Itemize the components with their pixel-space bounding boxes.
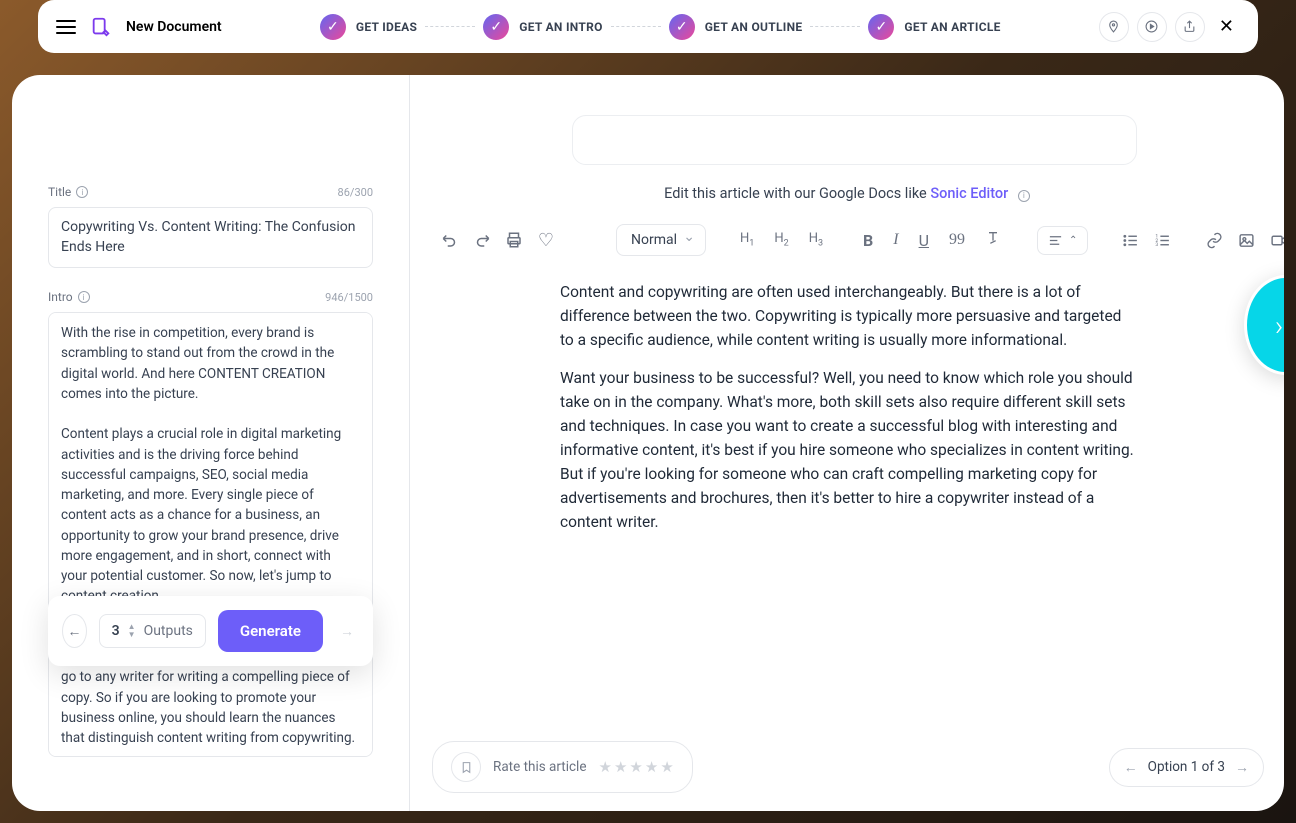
step-label: GET AN OUTLINE: [705, 20, 803, 34]
video-icon[interactable]: [1268, 230, 1284, 250]
editor-body[interactable]: Content and copywriting are often used i…: [410, 270, 1284, 811]
top-actions: ✕: [1099, 12, 1240, 42]
underline-button[interactable]: U: [915, 229, 933, 252]
star-icon[interactable]: ★: [599, 758, 612, 776]
step-divider: [810, 26, 860, 27]
document-icon: [90, 16, 112, 38]
generate-button[interactable]: Generate: [218, 610, 323, 652]
step-label: GET AN INTRO: [519, 20, 602, 34]
info-icon[interactable]: i: [1018, 190, 1030, 202]
step-get-outline[interactable]: ✓ GET AN OUTLINE: [669, 14, 803, 40]
star-rating[interactable]: ★ ★ ★ ★ ★: [599, 758, 674, 776]
editor-hint: Edit this article with our Google Docs l…: [410, 75, 1284, 216]
step-label: GET IDEAS: [356, 20, 417, 34]
stepper-icon[interactable]: ▲▼: [128, 623, 136, 639]
outputs-label: Outputs: [144, 623, 193, 639]
generate-bar: ← 3 ▲▼ Outputs Generate →: [48, 596, 373, 666]
workflow-steps: ✓ GET IDEAS ✓ GET AN INTRO ✓ GET AN OUTL…: [236, 14, 1085, 40]
intro-textarea[interactable]: [48, 312, 373, 757]
link-icon[interactable]: [1204, 230, 1224, 250]
redo-icon[interactable]: [472, 230, 492, 250]
step-get-ideas[interactable]: ✓ GET IDEAS: [320, 14, 417, 40]
h1-button[interactable]: H1: [736, 229, 758, 251]
bookmark-icon[interactable]: [451, 752, 481, 782]
play-icon[interactable]: [1137, 12, 1167, 42]
clear-format-button[interactable]: [981, 228, 1005, 252]
menu-icon[interactable]: [56, 20, 76, 34]
info-icon[interactable]: i: [76, 186, 88, 198]
rate-label: Rate this article: [493, 759, 587, 775]
share-icon[interactable]: [1175, 12, 1205, 42]
h2-button[interactable]: H2: [770, 229, 792, 251]
step-divider: [425, 26, 475, 27]
check-icon: ✓: [669, 14, 695, 40]
outputs-stepper[interactable]: 3 ▲▼ Outputs: [99, 614, 206, 648]
bottom-bar: Rate this article ★ ★ ★ ★ ★ ← Option 1 o…: [432, 741, 1264, 793]
sonic-editor-link[interactable]: Sonic Editor: [930, 185, 1008, 202]
title-input[interactable]: [48, 207, 373, 268]
step-get-intro[interactable]: ✓ GET AN INTRO: [483, 14, 602, 40]
undo-icon[interactable]: [440, 230, 460, 250]
main-content: Title i 86/300 Intro i 946/1500 ← 3 ▲▼ O…: [12, 75, 1284, 811]
image-icon[interactable]: [1236, 230, 1256, 250]
star-icon[interactable]: ★: [629, 758, 642, 776]
title-counter: 86/300: [338, 186, 373, 199]
star-icon[interactable]: ★: [645, 758, 658, 776]
align-button[interactable]: ⌃: [1037, 226, 1088, 255]
intro-field-header: Intro i 946/1500: [48, 290, 373, 304]
editor-toolbar: ♡ Normal H1 H2 H3 B I U 99 ⌃: [410, 216, 1284, 270]
style-select[interactable]: Normal: [616, 224, 706, 256]
print-icon[interactable]: [504, 230, 524, 250]
document-title: New Document: [126, 19, 222, 35]
intro-label: Intro i: [48, 290, 90, 304]
bullet-list-icon[interactable]: [1120, 230, 1140, 250]
article-paragraph: Content and copywriting are often used i…: [560, 280, 1134, 352]
article-paragraph: Want your business to be successful? Wel…: [560, 366, 1134, 534]
info-icon[interactable]: i: [78, 291, 90, 303]
star-icon[interactable]: ★: [660, 758, 673, 776]
left-panel: Title i 86/300 Intro i 946/1500 ← 3 ▲▼ O…: [12, 75, 410, 811]
italic-button[interactable]: I: [889, 229, 902, 251]
close-icon[interactable]: ✕: [1213, 16, 1240, 37]
h3-button[interactable]: H3: [805, 229, 827, 251]
check-icon: ✓: [868, 14, 894, 40]
bold-button[interactable]: B: [859, 229, 877, 252]
check-icon: ✓: [483, 14, 509, 40]
title-label: Title i: [48, 185, 88, 199]
quote-button[interactable]: 99: [945, 229, 969, 251]
prev-option-button[interactable]: ←: [1124, 759, 1138, 776]
heart-icon[interactable]: ♡: [536, 230, 556, 250]
option-label: Option 1 of 3: [1148, 759, 1225, 775]
outputs-number: 3: [112, 623, 120, 639]
prev-arrow-button[interactable]: ←: [62, 614, 87, 648]
option-nav: ← Option 1 of 3 →: [1109, 748, 1264, 787]
check-icon: ✓: [320, 14, 346, 40]
top-bar: New Document ✓ GET IDEAS ✓ GET AN INTRO …: [38, 0, 1258, 53]
pin-icon[interactable]: [1099, 12, 1129, 42]
step-label: GET AN ARTICLE: [904, 20, 1000, 34]
step-get-article[interactable]: ✓ GET AN ARTICLE: [868, 14, 1000, 40]
title-field-header: Title i 86/300: [48, 185, 373, 199]
intro-counter: 946/1500: [325, 291, 373, 304]
step-divider: [611, 26, 661, 27]
star-icon[interactable]: ★: [614, 758, 627, 776]
right-panel: Edit this article with our Google Docs l…: [410, 75, 1284, 811]
numbered-list-icon[interactable]: 123: [1152, 230, 1172, 250]
next-option-button[interactable]: →: [1235, 759, 1249, 776]
svg-text:3: 3: [1155, 242, 1158, 248]
next-arrow-button[interactable]: →: [335, 614, 359, 648]
rate-box: Rate this article ★ ★ ★ ★ ★: [432, 741, 693, 793]
